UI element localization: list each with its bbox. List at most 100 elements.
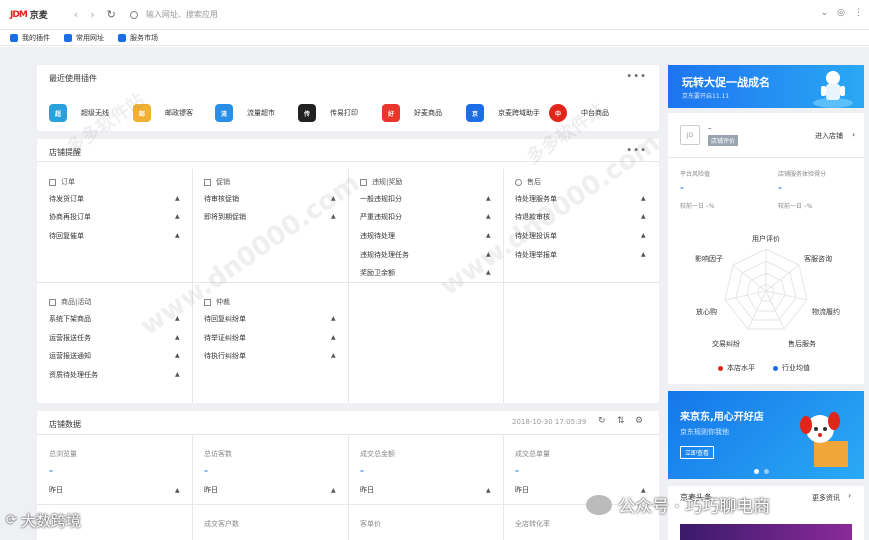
aftersales-icon [515, 178, 522, 186]
app-logo[interactable]: JDM 京麦 [10, 8, 48, 22]
profile-icon[interactable]: ◎ [837, 8, 845, 18]
divider [348, 434, 349, 540]
divider [503, 434, 504, 540]
wechat-icon [586, 494, 612, 515]
caret-icon: ▲ [175, 352, 180, 359]
shop-data-card: 店铺数据 2018-10-30 17:05:39 ↻ ⇅ ⚙ 总浏览量 – 昨日… [37, 411, 659, 540]
address-search-field[interactable]: 输入网址、搜索应用 [129, 9, 218, 20]
alert-row[interactable]: 一般违规扣分 [360, 194, 402, 204]
alert-row[interactable]: 即将到期促销 [204, 212, 246, 222]
metric-value: – [515, 466, 519, 475]
metric-label: 成交总单量 [515, 450, 550, 458]
store-status-badge: 店铺评价 [708, 135, 739, 146]
divider [37, 161, 659, 162]
plugin-icon: 超 [49, 104, 67, 122]
refresh-icon[interactable]: ↻ [107, 8, 116, 21]
caret-icon: ▲ [331, 334, 336, 341]
alert-row[interactable]: 系统下架商品 [49, 314, 91, 324]
legend-dot [718, 365, 723, 371]
store-overview-card: JD – 店铺评价 进入店铺 › 平台风险值 – 较前一日 –% 店铺服务体验得… [668, 113, 864, 384]
search-icon [129, 10, 138, 19]
more-icon[interactable]: ••• [626, 71, 647, 82]
risk-value: – [680, 183, 684, 192]
alert-row[interactable]: 协商再投订单 [49, 212, 91, 222]
divider [503, 169, 504, 403]
caret-icon: ▲ [331, 487, 336, 494]
radar-label: 交易纠纷 [712, 340, 740, 348]
bookmark-service-market[interactable]: 服务市场 [118, 33, 158, 43]
promo-banner-middle[interactable]: 来京东,用心开好店 京东规则你我他 立即查看 [668, 391, 864, 479]
metric-label: 成交客户数 [204, 520, 239, 528]
sort-icon[interactable]: ⇅ [617, 416, 625, 426]
caret-icon: ▲ [331, 352, 336, 359]
chevron-down-icon[interactable]: ⌄ [821, 8, 829, 18]
alert-row[interactable]: 待审核促销 [204, 194, 239, 204]
caret-icon: ▲ [486, 213, 491, 220]
plugin-item[interactable]: 流流量超市 [215, 104, 275, 122]
violation-icon [360, 178, 367, 186]
alert-row[interactable]: 资质待处理任务 [49, 370, 98, 380]
forward-arrow-icon[interactable]: › [90, 8, 94, 21]
caret-icon: ▲ [486, 195, 491, 202]
settings-icon[interactable]: ⚙ [635, 416, 643, 426]
alert-row[interactable]: 奖励卫余额 [360, 268, 395, 278]
view-now-button[interactable]: 立即查看 [680, 446, 715, 459]
carousel-dot-active[interactable] [754, 469, 759, 474]
bookmark-common-urls[interactable]: 常用网址 [64, 33, 104, 43]
radar-label: 用户评价 [752, 235, 780, 243]
store-avatar: JD [680, 125, 700, 145]
metric-yesterday: 昨日 [204, 486, 218, 494]
plugin-icon [10, 33, 18, 42]
order-icon [49, 178, 56, 186]
data-timestamp: 2018-10-30 17:05:39 [512, 418, 587, 426]
store-name: – [708, 124, 712, 132]
alert-col-products: 商品|活动 [49, 297, 91, 307]
caret-icon: ▲ [175, 213, 180, 220]
caret-icon: ▲ [175, 195, 180, 202]
alert-row[interactable]: 违规待处理 [360, 231, 395, 241]
plugin-item[interactable]: 京京麦跨域助手 [466, 104, 540, 122]
metric-value: – [204, 466, 208, 475]
radar-label: 售后服务 [788, 340, 816, 348]
metric-yesterday: 昨日 [515, 486, 529, 494]
divider [37, 282, 659, 283]
radar-label: 影响因子 [695, 255, 723, 263]
legend-dot [773, 365, 778, 371]
banner-title: 玩转大促一战成名 [682, 76, 770, 89]
menu-icon[interactable]: ⋮ [854, 8, 863, 18]
promo-banner-top[interactable]: 玩转大促一战成名 京东要开启11.11 [668, 65, 864, 108]
recent-plugins-title: 最近使用插件 [49, 74, 97, 83]
alert-row[interactable]: 待执行纠纷单 [204, 351, 246, 361]
carousel-dot[interactable] [764, 469, 769, 474]
back-arrow-icon[interactable]: ‹ [74, 8, 78, 21]
alert-row[interactable]: 待举证纠纷单 [204, 333, 246, 343]
radar-label: 客服咨询 [804, 255, 832, 263]
metric-yesterday: 昨日 [49, 486, 63, 494]
logo-jdm: JDM [10, 9, 28, 20]
metric-label: 总浏览量 [49, 450, 77, 458]
bookmark-my-plugins[interactable]: 我的插件 [10, 33, 50, 43]
chevron-right-icon: › [852, 130, 856, 139]
more-news-link[interactable]: 更多资讯 [812, 493, 840, 503]
plugin-item[interactable]: 好好麦商品 [382, 104, 442, 122]
divider [192, 434, 193, 540]
alert-row[interactable]: 待回复纠纷单 [204, 314, 246, 324]
alert-col-aftersales: 售后 [515, 177, 541, 187]
refresh-icon[interactable]: ↻ [598, 416, 606, 426]
alert-row[interactable]: 待发货订单 [49, 194, 84, 204]
alert-row[interactable]: 违规待处理任务 [360, 250, 409, 260]
caret-icon: ▲ [175, 232, 180, 239]
risk-label: 平台风险值 [680, 171, 711, 178]
plugin-icon: 传 [298, 104, 316, 122]
alert-row[interactable]: 待回复催单 [49, 231, 84, 241]
caret-icon: ▲ [641, 232, 646, 239]
legend-store: 本店水平 [718, 363, 755, 373]
link-icon [64, 33, 72, 42]
alert-row[interactable]: 严重违规扣分 [360, 212, 402, 222]
enter-store-link[interactable]: 进入店铺 [815, 131, 843, 141]
chevron-right-icon: › [848, 491, 852, 500]
headline-image[interactable] [680, 524, 852, 540]
plugin-item[interactable]: 传传易打印 [298, 104, 358, 122]
alert-row[interactable]: 运营报送任务 [49, 333, 91, 343]
alert-row[interactable]: 运营报送通知 [49, 351, 91, 361]
